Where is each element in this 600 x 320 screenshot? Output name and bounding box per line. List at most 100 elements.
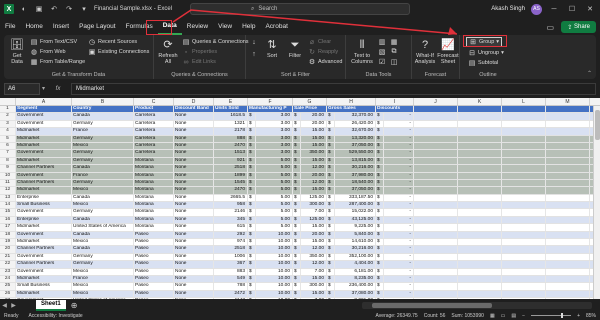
cell[interactable]: $ <box>376 239 384 246</box>
cell[interactable]: $ <box>293 261 301 268</box>
cell[interactable]: Paseo <box>134 275 174 283</box>
undo-icon[interactable]: ↶ <box>49 4 59 14</box>
cell[interactable] <box>502 290 546 298</box>
cell[interactable]: $ <box>327 157 335 165</box>
cell[interactable] <box>458 120 502 128</box>
refresh-all-button[interactable]: ⟳ Refresh All <box>158 38 178 66</box>
cell[interactable]: 352,100.00 <box>335 253 376 261</box>
cell[interactable]: None <box>174 179 214 187</box>
cell[interactable] <box>502 246 546 253</box>
header-cell[interactable]: Sale Price <box>293 106 327 113</box>
customize-toolbar-icon[interactable]: ▾ <box>79 4 89 14</box>
cell[interactable]: Midmarket <box>16 135 72 142</box>
cell[interactable]: $ <box>248 224 256 231</box>
cell[interactable]: Midmarket <box>16 275 72 283</box>
cell[interactable]: 20.00 <box>301 231 327 239</box>
cell[interactable]: Government <box>16 253 72 261</box>
column-header-f[interactable]: F <box>248 98 293 105</box>
properties-button[interactable]: ▫ Properties <box>182 48 217 56</box>
cell[interactable]: 125.00 <box>301 216 327 224</box>
cell[interactable]: $ <box>293 224 301 231</box>
column-header-h[interactable]: H <box>327 98 376 105</box>
cell[interactable]: - <box>384 165 414 172</box>
cell[interactable]: Paseo <box>134 290 174 298</box>
cell[interactable]: 12.00 <box>301 246 327 253</box>
forecast-sheet-button[interactable]: 📈 Forecast Sheet <box>437 38 459 66</box>
cell[interactable]: 43,125.00 <box>335 216 376 224</box>
cell[interactable]: $ <box>327 290 335 298</box>
cell[interactable]: 1899 <box>214 172 248 179</box>
cell[interactable]: - <box>384 128 414 135</box>
cell[interactable]: 6,181.00 <box>335 268 376 275</box>
cell[interactable]: $ <box>327 202 335 209</box>
cell[interactable]: 2518 <box>214 165 248 172</box>
cell[interactable]: 15.00 <box>301 275 327 283</box>
column-header-i[interactable]: I <box>376 98 414 105</box>
cell[interactable]: $ <box>293 268 301 275</box>
autosave-toggle-icon[interactable]: ◐ <box>19 4 29 14</box>
formula-input[interactable]: Midmarket <box>71 82 596 95</box>
cell[interactable]: $ <box>248 202 256 209</box>
cell[interactable]: $ <box>293 275 301 283</box>
cell[interactable]: Midmarket <box>16 224 72 231</box>
cell[interactable]: $ <box>248 268 256 275</box>
cell[interactable]: $ <box>293 113 301 120</box>
cell[interactable]: $ <box>293 202 301 209</box>
cell[interactable] <box>546 290 590 298</box>
cell[interactable]: Carretera <box>134 120 174 128</box>
close-icon[interactable]: ✕ <box>584 5 596 13</box>
row-header[interactable]: 22 <box>0 261 16 268</box>
cell[interactable] <box>502 165 546 172</box>
cell[interactable] <box>414 165 458 172</box>
cell[interactable] <box>502 261 546 268</box>
cell[interactable]: Paseo <box>134 283 174 290</box>
cell[interactable]: None <box>174 142 214 150</box>
cell[interactable] <box>414 290 458 298</box>
cell[interactable] <box>546 268 590 275</box>
cell[interactable] <box>502 187 546 194</box>
cell[interactable]: 3.00 <box>256 120 293 128</box>
cell[interactable]: Mexico <box>72 239 134 246</box>
cell[interactable]: $ <box>248 172 256 179</box>
accessibility-status[interactable]: Accessibility: Investigate <box>28 313 82 319</box>
cell[interactable]: $ <box>327 113 335 120</box>
row-header[interactable]: 15 <box>0 209 16 216</box>
reapply-button[interactable]: ↻ Reapply <box>308 48 338 56</box>
collapse-ribbon-icon[interactable]: ⌃ <box>587 70 592 77</box>
page-layout-view-icon[interactable]: ▭ <box>501 313 506 319</box>
cell[interactable] <box>546 187 590 194</box>
cell[interactable]: None <box>174 253 214 261</box>
cell[interactable]: $ <box>293 128 301 135</box>
cell[interactable]: Paseo <box>134 261 174 268</box>
cell[interactable]: Canada <box>72 246 134 253</box>
cell[interactable]: 333,187.50 <box>335 194 376 202</box>
cell[interactable]: Channel Partners <box>16 165 72 172</box>
cell[interactable]: Mexico <box>72 142 134 150</box>
cell[interactable]: Germany <box>72 157 134 165</box>
cell[interactable]: Montana <box>134 179 174 187</box>
cell[interactable] <box>458 246 502 253</box>
tab-file[interactable]: File <box>0 18 20 35</box>
save-icon[interactable]: ▣ <box>34 4 44 14</box>
cell[interactable] <box>458 113 502 120</box>
header-cell[interactable]: Discount Band <box>174 106 214 113</box>
cell[interactable]: $ <box>293 290 301 298</box>
cell[interactable]: - <box>384 231 414 239</box>
cell[interactable]: Carretera <box>134 150 174 157</box>
cell[interactable]: Canada <box>72 216 134 224</box>
cell[interactable]: Midmarket <box>16 290 72 298</box>
row-header[interactable]: 16 <box>0 216 16 224</box>
cell[interactable]: Government <box>16 172 72 179</box>
cell[interactable]: - <box>384 253 414 261</box>
cell[interactable]: $ <box>376 290 384 298</box>
cell[interactable]: $ <box>248 165 256 172</box>
cell[interactable]: 15.00 <box>301 224 327 231</box>
edit-links-button[interactable]: ∞ Edit Links <box>182 58 216 66</box>
cell[interactable]: Carretera <box>134 142 174 150</box>
zoom-in-icon[interactable]: + <box>577 313 580 319</box>
cell[interactable] <box>546 106 590 113</box>
row-header[interactable]: 5 <box>0 135 16 142</box>
data-validation-button[interactable]: ☑ <box>378 58 386 66</box>
cell[interactable]: - <box>384 202 414 209</box>
cell[interactable]: 9,225.00 <box>335 224 376 231</box>
